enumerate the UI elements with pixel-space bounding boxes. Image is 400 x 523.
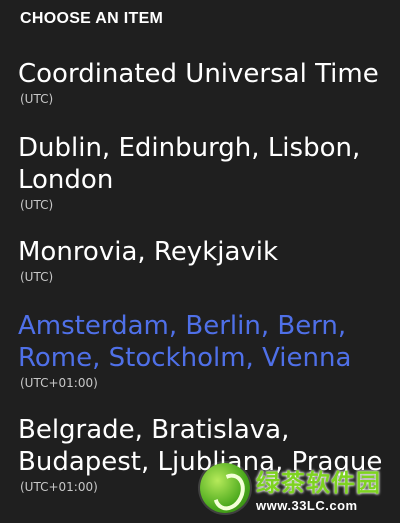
list-item-monrovia[interactable]: Monrovia, Reykjavik (UTC)	[18, 236, 398, 284]
list-item-label-line2: Rome, Stockholm, Vienna	[18, 343, 352, 373]
list-item-offset: (UTC)	[20, 270, 54, 284]
list-item-label-line2: Budapest, Ljubljana, Prague	[18, 447, 383, 477]
list-item-label-line1: Belgrade, Bratislava,	[18, 415, 290, 445]
list-item-label-line1: Amsterdam, Berlin, Bern,	[18, 311, 347, 341]
list-item-dublin[interactable]: Dublin, Edinburgh, Lisbon, London (UTC)	[18, 132, 398, 212]
list-item-label: Monrovia, Reykjavik	[18, 237, 279, 267]
list-item-offset: (UTC+01:00)	[20, 480, 98, 494]
list-item-offset: (UTC)	[20, 92, 54, 106]
list-item-label-line1: Dublin, Edinburgh, Lisbon,	[18, 133, 361, 163]
list-item-amsterdam[interactable]: Amsterdam, Berlin, Bern, Rome, Stockholm…	[18, 310, 398, 390]
list-item-label: Coordinated Universal Time	[18, 59, 379, 89]
timezone-list: Coordinated Universal Time (UTC) Dublin,…	[0, 0, 400, 523]
list-item-belgrade[interactable]: Belgrade, Bratislava, Budapest, Ljubljan…	[18, 414, 398, 494]
list-item-label-line2: London	[18, 165, 114, 195]
list-item-offset: (UTC)	[20, 198, 54, 212]
list-item-utc[interactable]: Coordinated Universal Time (UTC)	[18, 58, 398, 106]
list-item-offset: (UTC+01:00)	[20, 376, 98, 390]
